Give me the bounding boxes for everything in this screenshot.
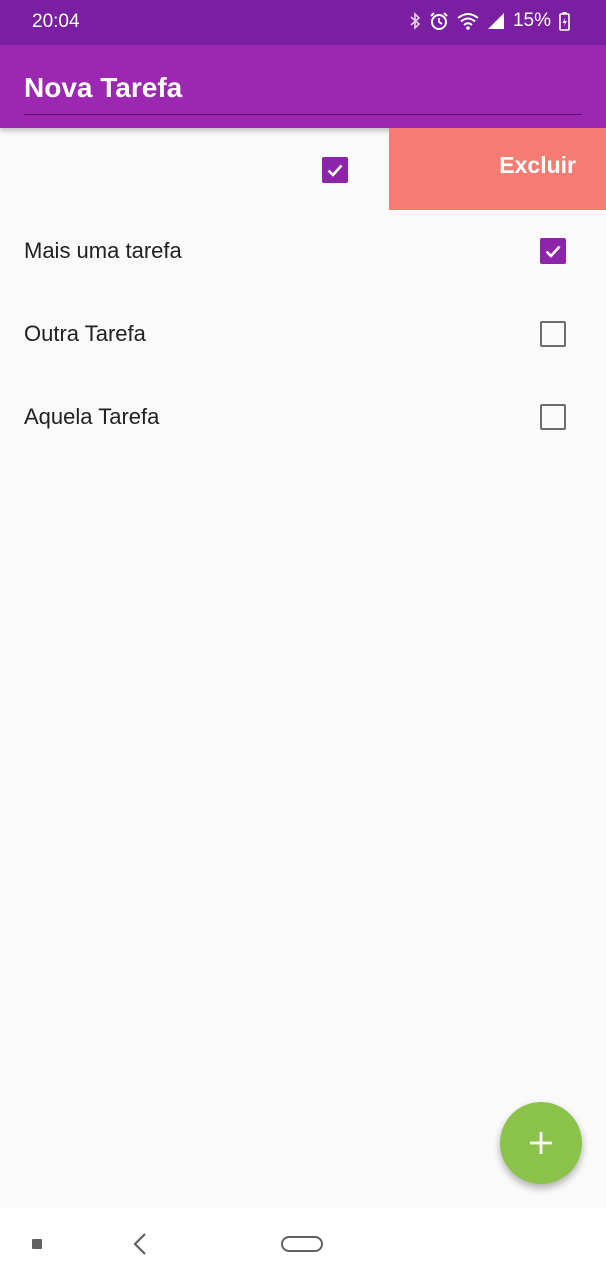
alarm-icon xyxy=(429,11,449,31)
wifi-icon xyxy=(457,12,479,30)
navigation-bar xyxy=(0,1208,606,1280)
check-icon xyxy=(545,245,561,258)
checkbox-checked xyxy=(322,157,348,183)
back-icon[interactable] xyxy=(132,1232,148,1261)
checkbox-unchecked xyxy=(540,404,566,430)
battery-percent: 15% xyxy=(512,10,551,31)
task-label: Aquela Tarefa xyxy=(24,404,160,429)
task-checkbox[interactable] xyxy=(540,238,566,264)
checkbox-unchecked xyxy=(540,321,566,347)
list-item[interactable]: Aquela Tarefa xyxy=(0,376,606,459)
swiped-task-row[interactable]: Excluir xyxy=(0,128,606,210)
list-item[interactable]: Mais uma tarefa xyxy=(0,210,606,293)
delete-label: Excluir xyxy=(499,152,576,178)
battery-icon xyxy=(559,11,570,31)
status-bar: 20:04 15% xyxy=(0,0,606,45)
task-label: Outra Tarefa xyxy=(24,321,146,346)
swiped-task-checkbox[interactable] xyxy=(322,157,348,183)
task-list: Excluir Mais uma tarefa Outra Tarefa Aqu… xyxy=(0,128,606,459)
app-bar: Nova Tarefa xyxy=(0,45,606,128)
recents-icon[interactable] xyxy=(32,1239,42,1249)
new-task-input-value: Nova Tarefa xyxy=(24,72,183,103)
new-task-input[interactable]: Nova Tarefa xyxy=(24,69,582,115)
plus-icon xyxy=(530,1132,552,1154)
checkbox-checked xyxy=(540,238,566,264)
screen: 20:04 15% Nova Tarefa Excluir Mais uma t… xyxy=(0,0,606,1280)
task-label: Mais uma tarefa xyxy=(24,238,182,263)
task-checkbox[interactable] xyxy=(540,321,566,347)
list-item[interactable]: Outra Tarefa xyxy=(0,293,606,376)
delete-background[interactable]: Excluir xyxy=(389,128,606,210)
task-checkbox[interactable] xyxy=(540,404,566,430)
add-task-button[interactable] xyxy=(500,1102,582,1184)
bluetooth-icon xyxy=(409,12,421,30)
status-time: 20:04 xyxy=(32,11,80,32)
signal-icon xyxy=(487,12,505,30)
status-icons: 15% xyxy=(409,10,570,32)
home-icon[interactable] xyxy=(281,1236,323,1252)
check-icon xyxy=(327,164,343,177)
